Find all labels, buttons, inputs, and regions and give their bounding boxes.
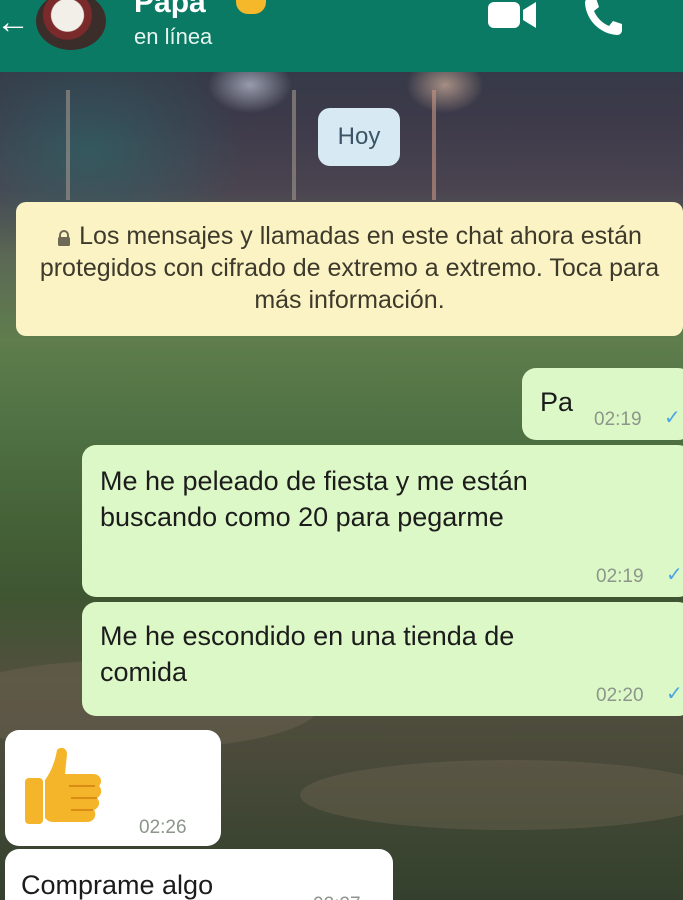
encryption-notice-label: Los mensajes y llamadas en este chat aho… <box>39 222 660 314</box>
message-text: Me he peleado de fiesta y me están busca… <box>100 463 660 535</box>
contact-name[interactable]: Papa <box>134 0 206 20</box>
chat-header: ← Papa en línea <box>0 0 683 72</box>
message-time: 02:26 <box>139 817 187 838</box>
wallpaper-light-pole <box>292 90 296 200</box>
waving-hand-emoji-icon <box>236 0 266 14</box>
message-line: comida <box>100 657 188 687</box>
message-text: Comprame algo <box>21 867 213 900</box>
sent-check-icon: ✓ <box>664 407 681 429</box>
video-call-icon[interactable] <box>486 0 538 30</box>
message-text: Me he escondido en una tienda de comida <box>100 618 660 690</box>
encryption-notice[interactable]: Los mensajes y llamadas en este chat aho… <box>16 202 683 336</box>
outgoing-message[interactable]: Me he peleado de fiesta y me están busca… <box>82 445 683 597</box>
message-line: Me he peleado de fiesta y me están <box>100 466 528 496</box>
incoming-message[interactable]: Comprame algo 02:27 <box>5 849 393 900</box>
message-time: 02:19 <box>596 566 644 587</box>
outgoing-message[interactable]: Me he escondido en una tienda de comida … <box>82 602 683 716</box>
message-time: 02:19 <box>594 409 642 430</box>
message-time: 02:20 <box>596 685 644 706</box>
back-arrow-icon[interactable]: ← <box>0 2 30 42</box>
message-line: Comprame algo <box>21 870 214 900</box>
chat-screen: ← Papa en línea Hoy Los mensajes y llama… <box>0 0 683 900</box>
wallpaper-dirt-patch <box>300 760 683 830</box>
incoming-message[interactable]: 02:26 <box>5 730 221 846</box>
message-line: buscando como 20 para pegarme <box>100 502 504 532</box>
contact-status: en línea <box>134 24 213 49</box>
thumbs-up-emoji-icon <box>25 747 102 824</box>
date-separator: Hoy <box>318 108 400 166</box>
sent-check-icon: ✓ <box>666 564 683 586</box>
wallpaper-light-pole <box>66 90 70 200</box>
lock-icon <box>58 230 71 246</box>
wallpaper-light-pole <box>432 90 436 200</box>
encryption-notice-text: Los mensajes y llamadas en este chat aho… <box>16 220 683 316</box>
message-time: 02:27 <box>313 887 361 900</box>
message-line: Me he escondido en una tienda de <box>100 621 515 651</box>
message-line: Pa <box>540 387 574 417</box>
phone-call-icon[interactable] <box>582 0 624 36</box>
contact-avatar[interactable] <box>36 0 106 50</box>
sent-check-icon: ✓ <box>666 683 683 705</box>
message-text: Pa <box>540 384 573 420</box>
outgoing-message[interactable]: Pa 02:19 ✓ <box>522 368 683 440</box>
